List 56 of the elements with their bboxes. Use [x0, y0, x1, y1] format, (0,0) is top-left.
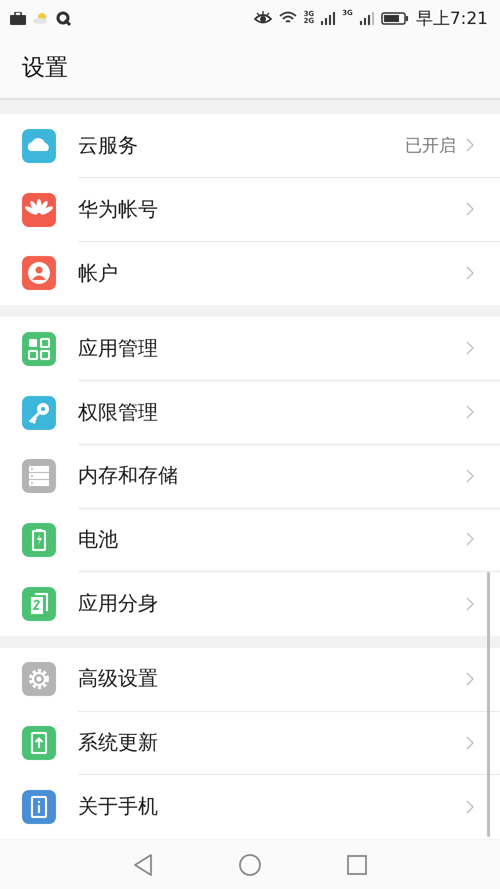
back-icon[interactable] — [133, 854, 153, 876]
chevron-icon — [466, 532, 474, 546]
gear-icon — [22, 662, 56, 696]
storage-icon — [22, 459, 56, 494]
chevron-icon — [466, 736, 474, 750]
chevron-icon — [466, 405, 474, 420]
battery-icon — [22, 522, 56, 557]
page-title: 设置 — [22, 54, 68, 82]
item-label: 权限管理 — [78, 398, 159, 426]
item-label: 关于手机 — [78, 793, 159, 820]
settings-item[interactable]: 电池 — [0, 508, 500, 572]
item-status: 已开启 — [405, 134, 456, 157]
info-icon — [22, 790, 56, 824]
battery-icon — [380, 12, 409, 24]
item-label: 电池 — [78, 526, 119, 553]
settings-item[interactable]: 帐户 — [0, 241, 500, 306]
person-icon — [22, 256, 56, 290]
settings-item[interactable]: 权限管理 — [0, 380, 500, 444]
item-label: 内存和存储 — [78, 462, 179, 490]
signal-icon — [360, 11, 374, 25]
briefcase-icon — [10, 12, 26, 24]
settings-item[interactable]: 关于手机 — [0, 774, 500, 839]
signal-icon — [321, 11, 336, 25]
chevron-icon — [466, 341, 474, 356]
settings-item[interactable]: 应用管理 — [0, 317, 500, 381]
chevron-icon — [466, 202, 474, 216]
chevron-icon — [466, 138, 474, 152]
settings-item[interactable]: 云服务 已开启 — [0, 114, 500, 178]
phone-icon — [22, 586, 56, 621]
item-label: 应用分身 — [78, 590, 159, 618]
chevron-icon — [466, 266, 474, 280]
item-label: 系统更新 — [78, 729, 159, 756]
item-label: 帐户 — [78, 260, 119, 287]
recent-apps-icon[interactable] — [347, 854, 367, 874]
item-label: 华为帐号 — [78, 196, 159, 223]
chevron-icon — [466, 596, 474, 611]
item-label: 应用管理 — [78, 334, 159, 362]
wifi-icon — [278, 11, 297, 25]
app-icon — [56, 10, 71, 26]
chevron-icon — [466, 468, 474, 483]
cloud-icon — [22, 128, 56, 163]
settings-item[interactable]: 应用分身 — [0, 572, 500, 636]
item-label: 高级设置 — [78, 665, 159, 692]
chevron-icon — [466, 800, 474, 814]
flower-icon — [22, 192, 56, 227]
settings-item[interactable]: 内存和存储 — [0, 444, 500, 508]
item-label: 云服务 — [78, 132, 139, 159]
eye-icon — [254, 11, 272, 25]
scrollbar[interactable] — [487, 572, 490, 837]
chevron-icon — [466, 672, 474, 686]
clock-time: 早上7:21 — [416, 8, 488, 30]
home-icon[interactable] — [239, 854, 261, 876]
grid-icon — [22, 332, 56, 366]
weather-icon — [33, 12, 49, 24]
settings-item[interactable]: 华为帐号 — [0, 178, 500, 242]
key-icon — [22, 396, 56, 430]
